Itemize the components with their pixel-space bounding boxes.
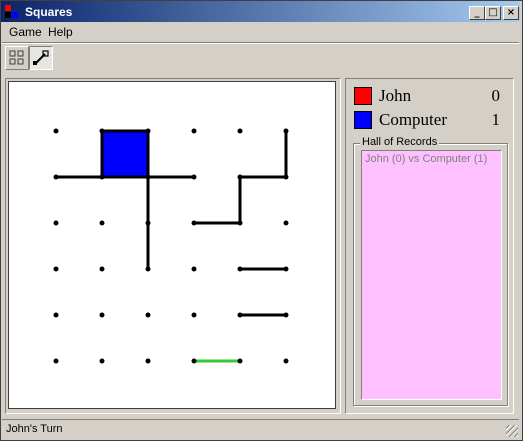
grid-dot <box>99 174 105 180</box>
grid-dot <box>283 266 289 272</box>
player-name: Computer <box>379 110 447 129</box>
grid-dot <box>145 358 151 364</box>
menu-game[interactable]: Game <box>9 25 42 39</box>
grid-dot <box>53 220 59 226</box>
player-row-computer: Computer 1 <box>354 110 504 132</box>
grid-dot <box>53 266 59 272</box>
title-bar[interactable]: Squares _ □ × <box>1 1 520 22</box>
close-button[interactable]: × <box>503 6 519 20</box>
status-bar: John's Turn <box>2 419 519 438</box>
records-list[interactable]: John (0) vs Computer (1) <box>361 150 502 400</box>
grid-dot <box>191 220 197 226</box>
grid-dot <box>237 266 243 272</box>
grid-dot <box>283 312 289 318</box>
status-text: John's Turn <box>6 423 63 435</box>
window-title: Squares <box>25 5 73 19</box>
grid-dot <box>237 174 243 180</box>
new-game-icon <box>9 50 24 65</box>
grid-dot <box>283 174 289 180</box>
grid-dot <box>145 174 151 180</box>
grid-dot <box>237 220 243 226</box>
grid-dot <box>99 128 105 134</box>
grid-dot <box>283 220 289 226</box>
grid-dot <box>99 220 105 226</box>
new-game-button[interactable] <box>5 46 29 70</box>
player-color-swatch <box>354 111 372 129</box>
grid-dot <box>191 358 197 364</box>
grid-dot <box>237 128 243 134</box>
board-canvas[interactable] <box>9 82 335 408</box>
game-board[interactable] <box>8 81 336 409</box>
minimize-button[interactable]: _ <box>469 6 485 20</box>
grid-dot <box>99 312 105 318</box>
grid-dot <box>53 358 59 364</box>
player-score: 1 <box>491 110 501 129</box>
grid-dot <box>237 358 243 364</box>
grid-dot <box>53 128 59 134</box>
grid-dot <box>191 266 197 272</box>
grid-dot <box>145 128 151 134</box>
grid-dot <box>99 266 105 272</box>
player-color-swatch <box>354 87 372 105</box>
grid-dot <box>145 220 151 226</box>
maximize-button[interactable]: □ <box>485 6 501 20</box>
grid-dot <box>191 128 197 134</box>
grid-dot <box>191 174 197 180</box>
grid-dot <box>283 358 289 364</box>
grid-dot <box>283 128 289 134</box>
list-item[interactable]: John (0) vs Computer (1) <box>365 153 487 165</box>
menu-help[interactable]: Help <box>48 25 73 39</box>
grid-dot <box>53 312 59 318</box>
grid-dot <box>145 312 151 318</box>
hall-of-records-label: Hall of Records <box>360 136 440 148</box>
filled-box <box>102 131 148 177</box>
player-row-john: John 0 <box>354 86 504 108</box>
grid-dot <box>53 174 59 180</box>
resize-grip[interactable] <box>506 425 518 437</box>
menu-bar: Game Help <box>1 23 520 41</box>
settings-icon <box>33 50 49 65</box>
grid-dot <box>99 358 105 364</box>
player-name: John <box>379 86 412 105</box>
grid-dot <box>191 312 197 318</box>
grid-dot <box>237 312 243 318</box>
player-score: 0 <box>491 86 501 105</box>
app-icon <box>5 5 19 19</box>
settings-button[interactable] <box>29 46 53 70</box>
grid-dot <box>145 266 151 272</box>
toolbar-separator <box>2 42 519 44</box>
